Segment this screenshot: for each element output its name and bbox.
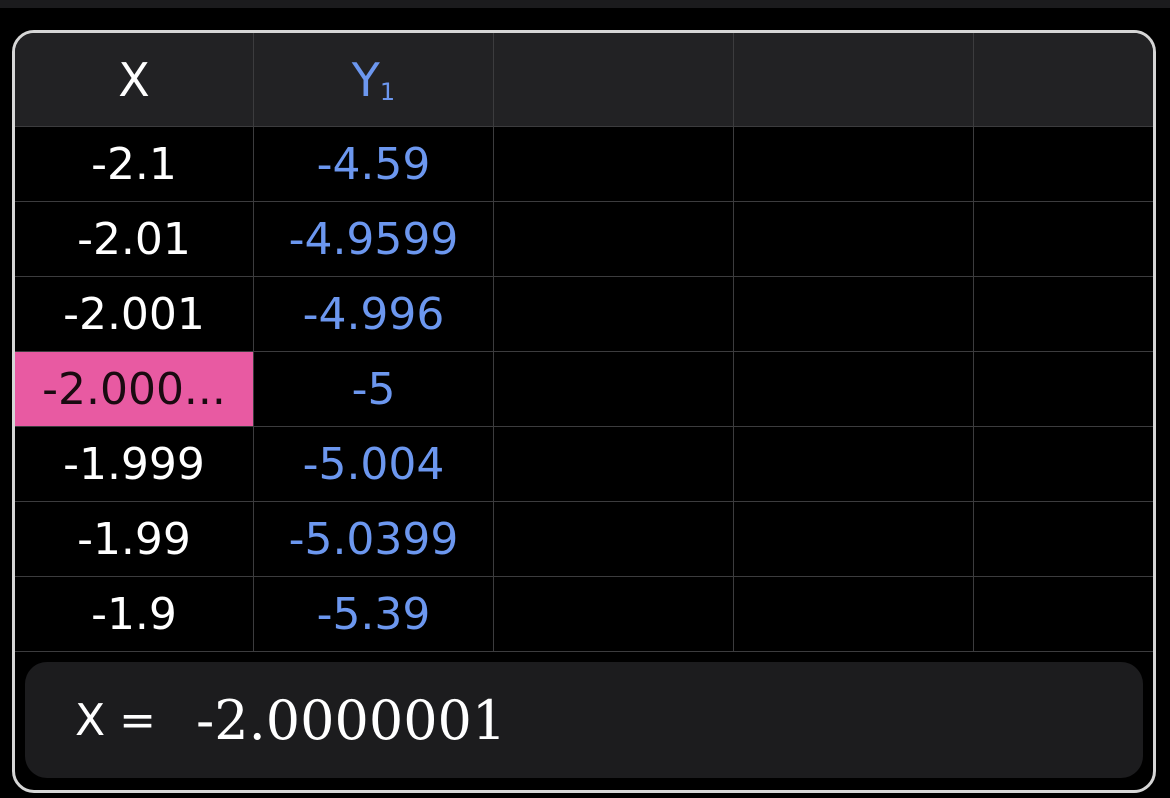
empty-cell[interactable]: [974, 352, 1153, 427]
x-cell[interactable]: -1.99: [15, 502, 254, 577]
empty-cell[interactable]: [734, 127, 974, 202]
empty-cell[interactable]: [734, 352, 974, 427]
column-header-y1[interactable]: Y1: [254, 33, 494, 127]
empty-cell[interactable]: [974, 502, 1153, 577]
top-status-strip: [0, 0, 1170, 8]
empty-cell[interactable]: [974, 127, 1153, 202]
empty-cell[interactable]: [734, 427, 974, 502]
x-cell[interactable]: -2.001: [15, 277, 254, 352]
empty-cell[interactable]: [494, 427, 734, 502]
table-view: X Y1 -2.1 -4.59 -2.01 -4.9599 -2.001 -4.…: [12, 30, 1156, 793]
empty-cell[interactable]: [974, 427, 1153, 502]
empty-cell[interactable]: [734, 202, 974, 277]
x-cell[interactable]: -1.999: [15, 427, 254, 502]
column-header-empty-4[interactable]: [734, 33, 974, 127]
y1-cell[interactable]: -5: [254, 352, 494, 427]
column-header-empty-5[interactable]: [974, 33, 1153, 127]
x-cell[interactable]: -1.9: [15, 577, 254, 652]
empty-cell[interactable]: [494, 202, 734, 277]
empty-cell[interactable]: [494, 127, 734, 202]
x-cell-selected[interactable]: -2.000...: [15, 352, 254, 427]
empty-cell[interactable]: [974, 277, 1153, 352]
empty-cell[interactable]: [734, 577, 974, 652]
x-cell[interactable]: -2.01: [15, 202, 254, 277]
empty-cell[interactable]: [974, 202, 1153, 277]
y1-cell[interactable]: -4.59: [254, 127, 494, 202]
empty-cell[interactable]: [494, 502, 734, 577]
empty-cell[interactable]: [494, 577, 734, 652]
x-value-editor[interactable]: X = -2.0000001: [25, 662, 1143, 778]
empty-cell[interactable]: [494, 352, 734, 427]
y-header-label: Y: [351, 52, 380, 107]
empty-cell[interactable]: [974, 577, 1153, 652]
y1-cell[interactable]: -5.0399: [254, 502, 494, 577]
table-grid: X Y1 -2.1 -4.59 -2.01 -4.9599 -2.001 -4.…: [15, 33, 1153, 652]
y-header-subscript: 1: [379, 77, 396, 106]
empty-cell[interactable]: [494, 277, 734, 352]
empty-cell[interactable]: [734, 277, 974, 352]
y1-cell[interactable]: -5.004: [254, 427, 494, 502]
editor-label: X =: [75, 694, 156, 746]
column-header-x[interactable]: X: [15, 33, 254, 127]
x-cell[interactable]: -2.1: [15, 127, 254, 202]
editor-value-input[interactable]: -2.0000001: [196, 689, 506, 752]
y1-cell[interactable]: -4.9599: [254, 202, 494, 277]
y1-cell[interactable]: -5.39: [254, 577, 494, 652]
column-header-empty-3[interactable]: [494, 33, 734, 127]
y1-cell[interactable]: -4.996: [254, 277, 494, 352]
empty-cell[interactable]: [734, 502, 974, 577]
